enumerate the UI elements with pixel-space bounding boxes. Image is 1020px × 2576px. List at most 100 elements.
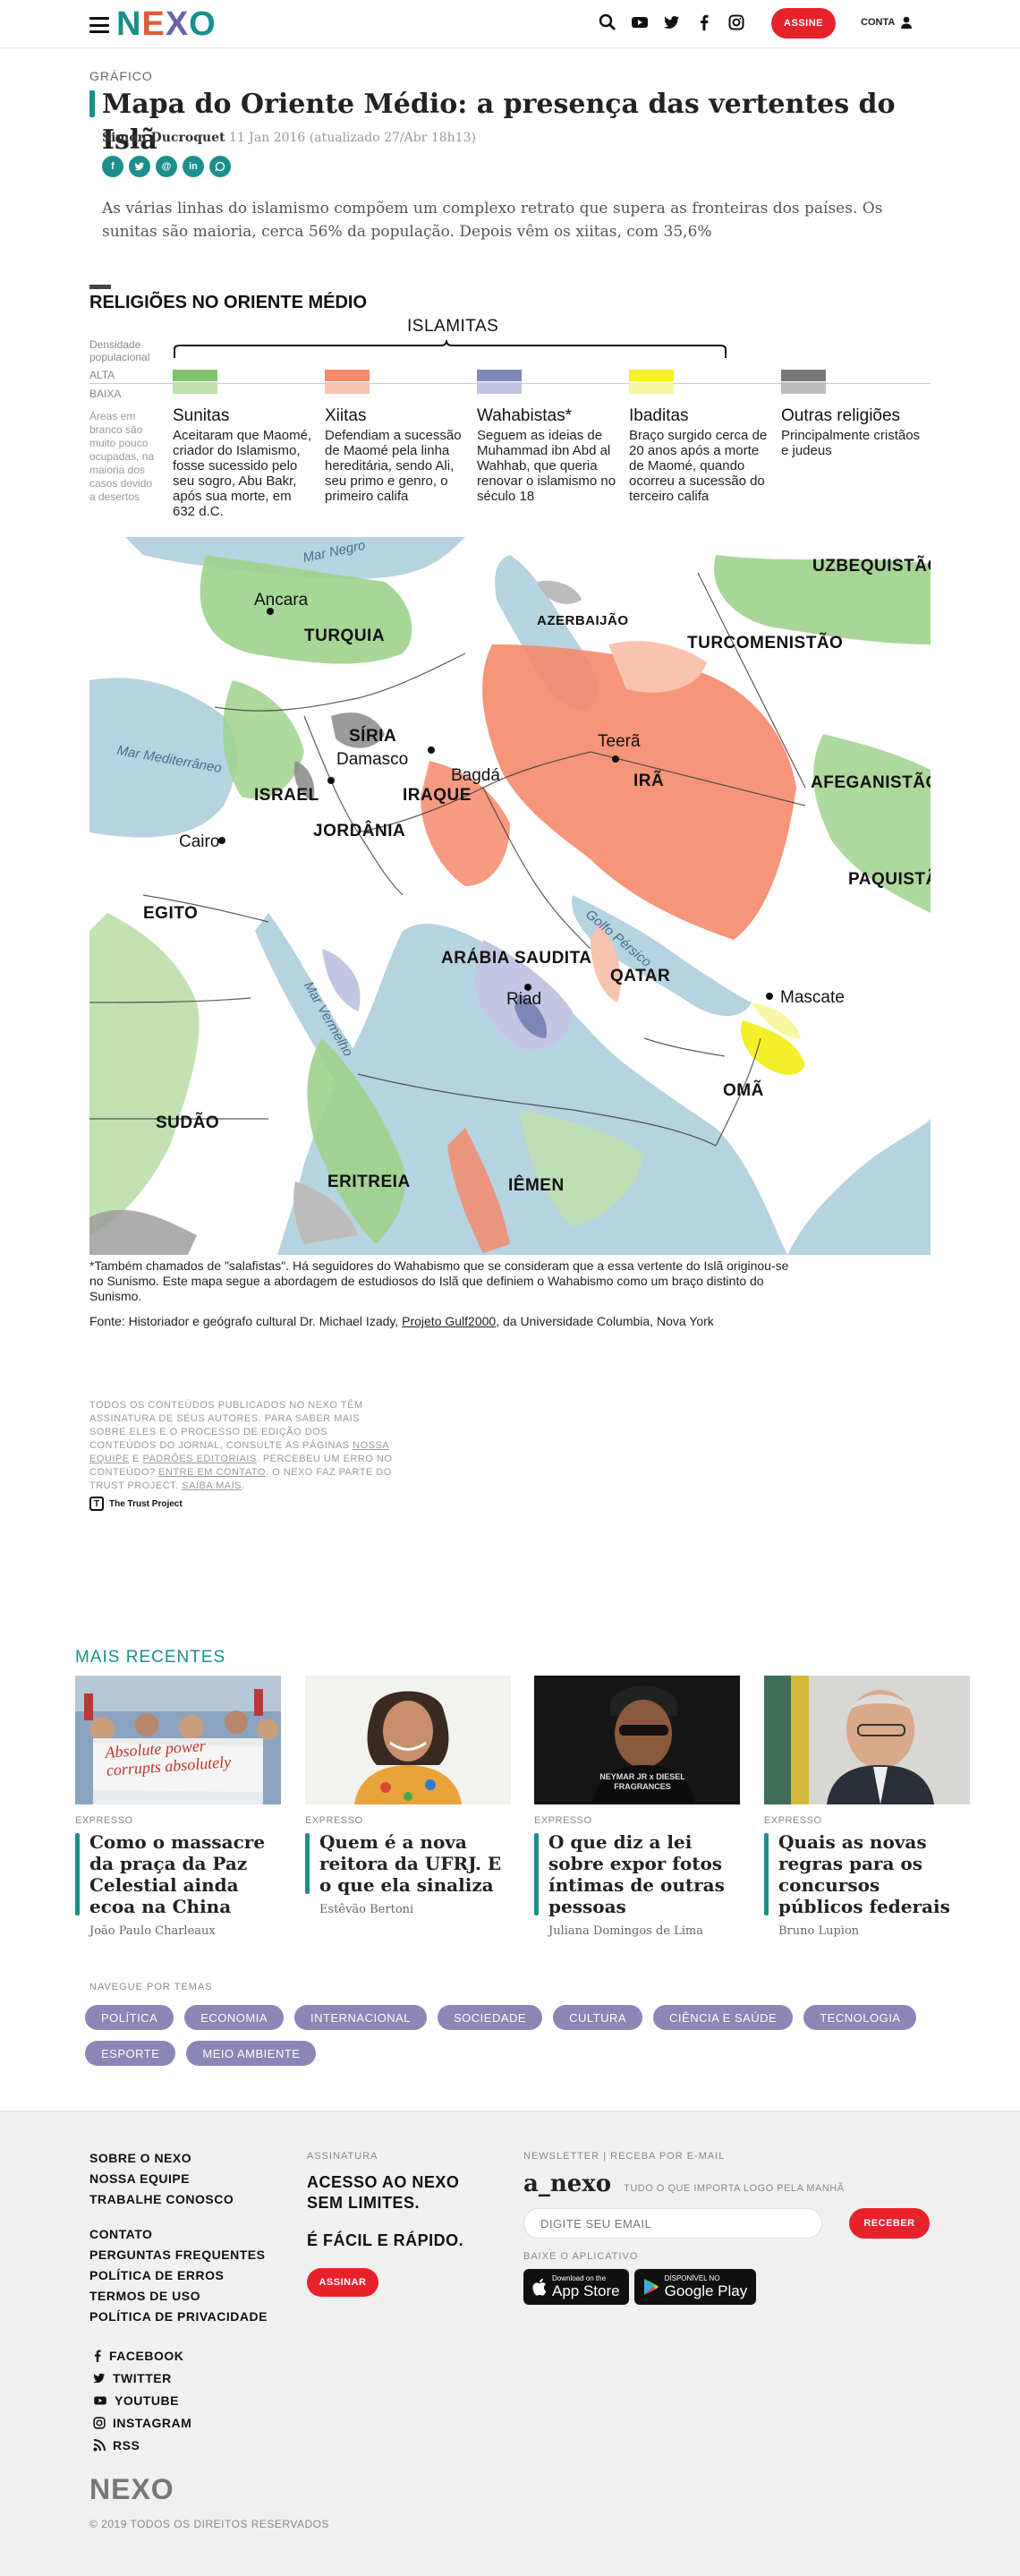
recent-card-image[interactable]: Absolute power corrupts absolutely: [75, 1676, 281, 1804]
recent-card-category[interactable]: EXPRESSO: [534, 1815, 740, 1826]
infographic-rule: [89, 285, 111, 289]
google-play-badge[interactable]: DISPONÍVEL NO Google Play: [633, 2269, 757, 2305]
footer-link-erros[interactable]: POLÍTICA DE ERROS: [89, 2268, 268, 2289]
share-whatsapp-icon[interactable]: [209, 156, 231, 177]
legend-swatch-high: [781, 370, 826, 381]
footer-youtube[interactable]: YOUTUBE: [93, 2389, 191, 2411]
instagram-icon[interactable]: [727, 13, 746, 32]
legend-desc: Defendiam a sucessão de Maomé pela linha…: [325, 428, 462, 504]
legend-desc: Aceitaram que Maomé, criador do Islamism…: [173, 428, 312, 519]
map-label-mascate: Mascate: [780, 988, 845, 1007]
recent-card[interactable]: EXPRESSO Quem é a nova reitora da UFRJ. …: [305, 1676, 511, 1916]
saiba-mais-link[interactable]: SAIBA MAIS: [182, 1480, 242, 1491]
map-label-azerbaijao: AZERBAIJÃO: [537, 613, 629, 628]
temas-label: NAVEGUE POR TEMAS: [89, 1982, 213, 1992]
density-label: Densidade populacional: [89, 338, 150, 363]
share-email-icon[interactable]: @: [156, 156, 177, 177]
recent-card-category[interactable]: EXPRESSO: [75, 1815, 281, 1826]
footer-link-faq[interactable]: PERGUNTAS FREQUENTES: [89, 2248, 268, 2268]
footer-instagram[interactable]: INSTAGRAM: [93, 2411, 191, 2434]
author-name[interactable]: Simon Ducroquet: [102, 131, 225, 145]
share-facebook-icon[interactable]: f: [102, 156, 123, 177]
recent-card-image[interactable]: [764, 1676, 970, 1804]
share-linkedin-icon[interactable]: in: [183, 156, 204, 177]
recent-card-headline[interactable]: Quais as novas regras para os concursos …: [764, 1831, 970, 1917]
map-label-paquistao: PAQUISTÃ: [848, 870, 931, 889]
app-label: BAIXE O APLICATIVO: [523, 2251, 639, 2262]
twitter-icon[interactable]: [662, 13, 682, 32]
footer-link-sobre[interactable]: SOBRE O NEXO: [89, 2151, 268, 2171]
copyright: © 2019 TODOS OS DIREITOS RESERVADOS: [89, 2518, 329, 2530]
map-label-turquia: TURQUIA: [304, 627, 386, 645]
account-menu[interactable]: CONTA: [861, 16, 913, 29]
tag-ciencia-saude[interactable]: CIÊNCIA E SAÚDE: [653, 2005, 794, 2030]
tag-meio-ambiente[interactable]: MEIO AMBIENTE: [186, 2041, 317, 2066]
map-footnote: *Também chamados de "salafistas". Há seg…: [89, 1258, 789, 1303]
recent-card[interactable]: Absolute power corrupts absolutely EXPRE…: [75, 1676, 281, 1938]
footer-link-trabalhe[interactable]: TRABALHE CONOSCO: [89, 2192, 268, 2213]
map-label-arabia-saudita: ARÁBIA SAUDITA: [441, 949, 592, 968]
recent-card-headline[interactable]: Como o massacre da praça da Paz Celestia…: [75, 1831, 281, 1917]
email-field[interactable]: [523, 2208, 822, 2239]
youtube-icon[interactable]: [630, 13, 650, 32]
share-twitter-icon[interactable]: [129, 156, 150, 177]
tag-politica[interactable]: POLÍTICA: [85, 2005, 174, 2030]
map-label-iemen: IÊMEN: [508, 1176, 565, 1195]
footer-facebook[interactable]: FACEBOOK: [93, 2344, 191, 2367]
social-label: FACEBOOK: [109, 2348, 184, 2363]
tag-internacional[interactable]: INTERNACIONAL: [294, 2005, 428, 2030]
footer-link-termos[interactable]: TERMOS DE USO: [89, 2289, 268, 2309]
nexo-logo[interactable]: NEXO: [116, 4, 217, 45]
tag-esporte[interactable]: ESPORTE: [85, 2041, 176, 2066]
recent-card[interactable]: EXPRESSO Quais as novas regras para os c…: [764, 1676, 970, 1938]
assinatura-headline: ACESSO AO NEXO SEM LIMITES.: [307, 2173, 460, 2212]
legend-swatch-high: [173, 370, 217, 381]
source-suffix: , da Universidade Columbia, Nova York: [496, 1314, 714, 1328]
footer-link-contato[interactable]: CONTATO: [89, 2227, 268, 2248]
recent-card-category[interactable]: EXPRESSO: [305, 1815, 511, 1826]
app-store-small: Download on the: [552, 2274, 607, 2282]
article-kicker[interactable]: GRÁFICO: [89, 69, 153, 83]
recent-section-title: MAIS RECENTES: [75, 1648, 226, 1667]
map-label-turcomenistao: TURCOMENISTÃO: [687, 634, 844, 653]
receber-button[interactable]: RECEBER: [849, 2208, 930, 2239]
tag-cultura[interactable]: CULTURA: [553, 2005, 643, 2030]
recent-card-category[interactable]: EXPRESSO: [764, 1815, 970, 1826]
map-label-sudao: SUDÃO: [156, 1113, 220, 1132]
footer-link-equipe[interactable]: NOSSA EQUIPE: [89, 2171, 268, 2192]
legend-ibaditas: Ibaditas Braço surgido cerca de 20 anos …: [629, 370, 772, 504]
recent-card-headline[interactable]: Quem é a nova reitora da UFRJ. E o que e…: [305, 1831, 511, 1896]
map-label-oma: OMÃ: [723, 1081, 764, 1100]
legend-name: Outras religiões: [781, 406, 901, 425]
legend-desc: Braço surgido cerca de 20 anos após a mo…: [629, 428, 768, 504]
legend-swatch-low: [629, 382, 674, 394]
recent-card-image[interactable]: NEYMAR JR x DIESEL FRAGRANCES: [534, 1676, 740, 1804]
footer-link-privacidade[interactable]: POLÍTICA DE PRIVACIDADE: [89, 2309, 268, 2330]
facebook-icon[interactable]: [694, 13, 714, 32]
tag-economia[interactable]: ECONOMIA: [184, 2005, 285, 2030]
source-link[interactable]: Projeto Gulf2000: [402, 1314, 496, 1328]
footer-twitter[interactable]: TWITTER: [93, 2367, 191, 2389]
social-label: RSS: [113, 2437, 140, 2452]
legend-swatch-high: [629, 370, 674, 381]
footer: SOBRE O NEXO NOSSA EQUIPE TRABALHE CONOS…: [0, 2111, 1020, 2576]
tag-tecnologia[interactable]: TECNOLOGIA: [803, 2005, 917, 2030]
footer-rss[interactable]: RSS: [93, 2434, 191, 2456]
recent-card[interactable]: NEYMAR JR x DIESEL FRAGRANCES EXPRESSO O…: [534, 1676, 740, 1938]
tag-sociedade[interactable]: SOCIEDADE: [438, 2005, 543, 2030]
padroes-editoriais-link[interactable]: PADRÕES EDITORIAIS: [143, 1454, 257, 1464]
trust-project-logo[interactable]: T The Trust Project: [89, 1497, 183, 1511]
entre-em-contato-link[interactable]: ENTRE EM CONTATO: [158, 1467, 266, 1478]
recent-card-headline[interactable]: O que diz a lei sobre expor fotos íntima…: [534, 1831, 740, 1917]
legend-swatch-low: [325, 382, 370, 394]
search-icon[interactable]: [598, 13, 617, 32]
recent-card-image[interactable]: [305, 1676, 511, 1804]
assinar-button[interactable]: ASSINAR: [307, 2268, 378, 2297]
assine-button[interactable]: ASSINE: [771, 8, 836, 38]
trust-text: .: [242, 1480, 245, 1491]
legend-xiitas: Xiitas Defendiam a sucessão de Maomé pel…: [325, 370, 468, 504]
app-store-badge[interactable]: Download on the App Store: [523, 2269, 629, 2305]
map-label-afeganistao: AFEGANISTÃO: [811, 773, 931, 792]
footer-logo[interactable]: NEXO: [89, 2473, 174, 2506]
menu-icon[interactable]: [89, 17, 109, 33]
